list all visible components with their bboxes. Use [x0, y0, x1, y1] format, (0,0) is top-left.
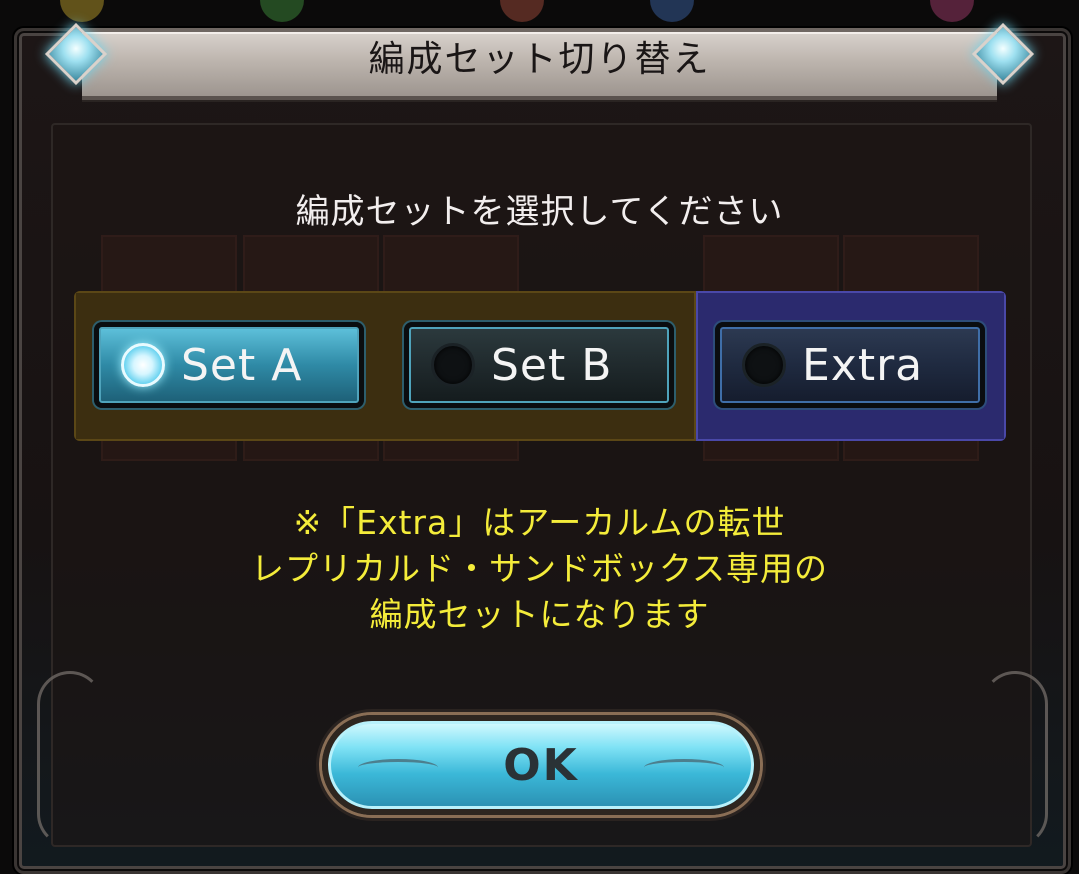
ornament-icon — [358, 759, 438, 776]
note-line: 編成セットになります — [369, 595, 710, 634]
ok-label: OK — [503, 739, 579, 791]
extra-set-label: Extra — [802, 339, 924, 391]
set-a-label: Set A — [181, 339, 303, 391]
note-line: ※「Extra」はアーカルムの転世 — [293, 503, 786, 542]
set-b-button[interactable]: Set B — [404, 322, 674, 408]
ok-button[interactable]: OK — [322, 715, 760, 815]
corner-flourish — [982, 671, 1048, 847]
radio-unselected-icon — [431, 343, 475, 387]
set-b-label: Set B — [491, 339, 613, 391]
radio-unselected-icon — [742, 343, 786, 387]
radio-selected-icon — [121, 343, 165, 387]
dialog-title: 編成セット切り替え — [368, 39, 711, 80]
selection-prompt: 編成セットを選択してください — [295, 192, 784, 232]
extra-set-button[interactable]: Extra — [715, 322, 985, 408]
extra-set-note: ※「Extra」はアーカルムの転世 レプリカルド・サンドボックス専用の 編成セッ… — [0, 500, 1079, 638]
ornament-icon — [644, 759, 724, 776]
note-line: レプリカルド・サンドボックス専用の — [250, 549, 828, 588]
corner-flourish — [37, 671, 103, 847]
title-banner: 編成セット切り替え — [42, 8, 1037, 108]
set-a-button[interactable]: Set A — [94, 322, 364, 408]
